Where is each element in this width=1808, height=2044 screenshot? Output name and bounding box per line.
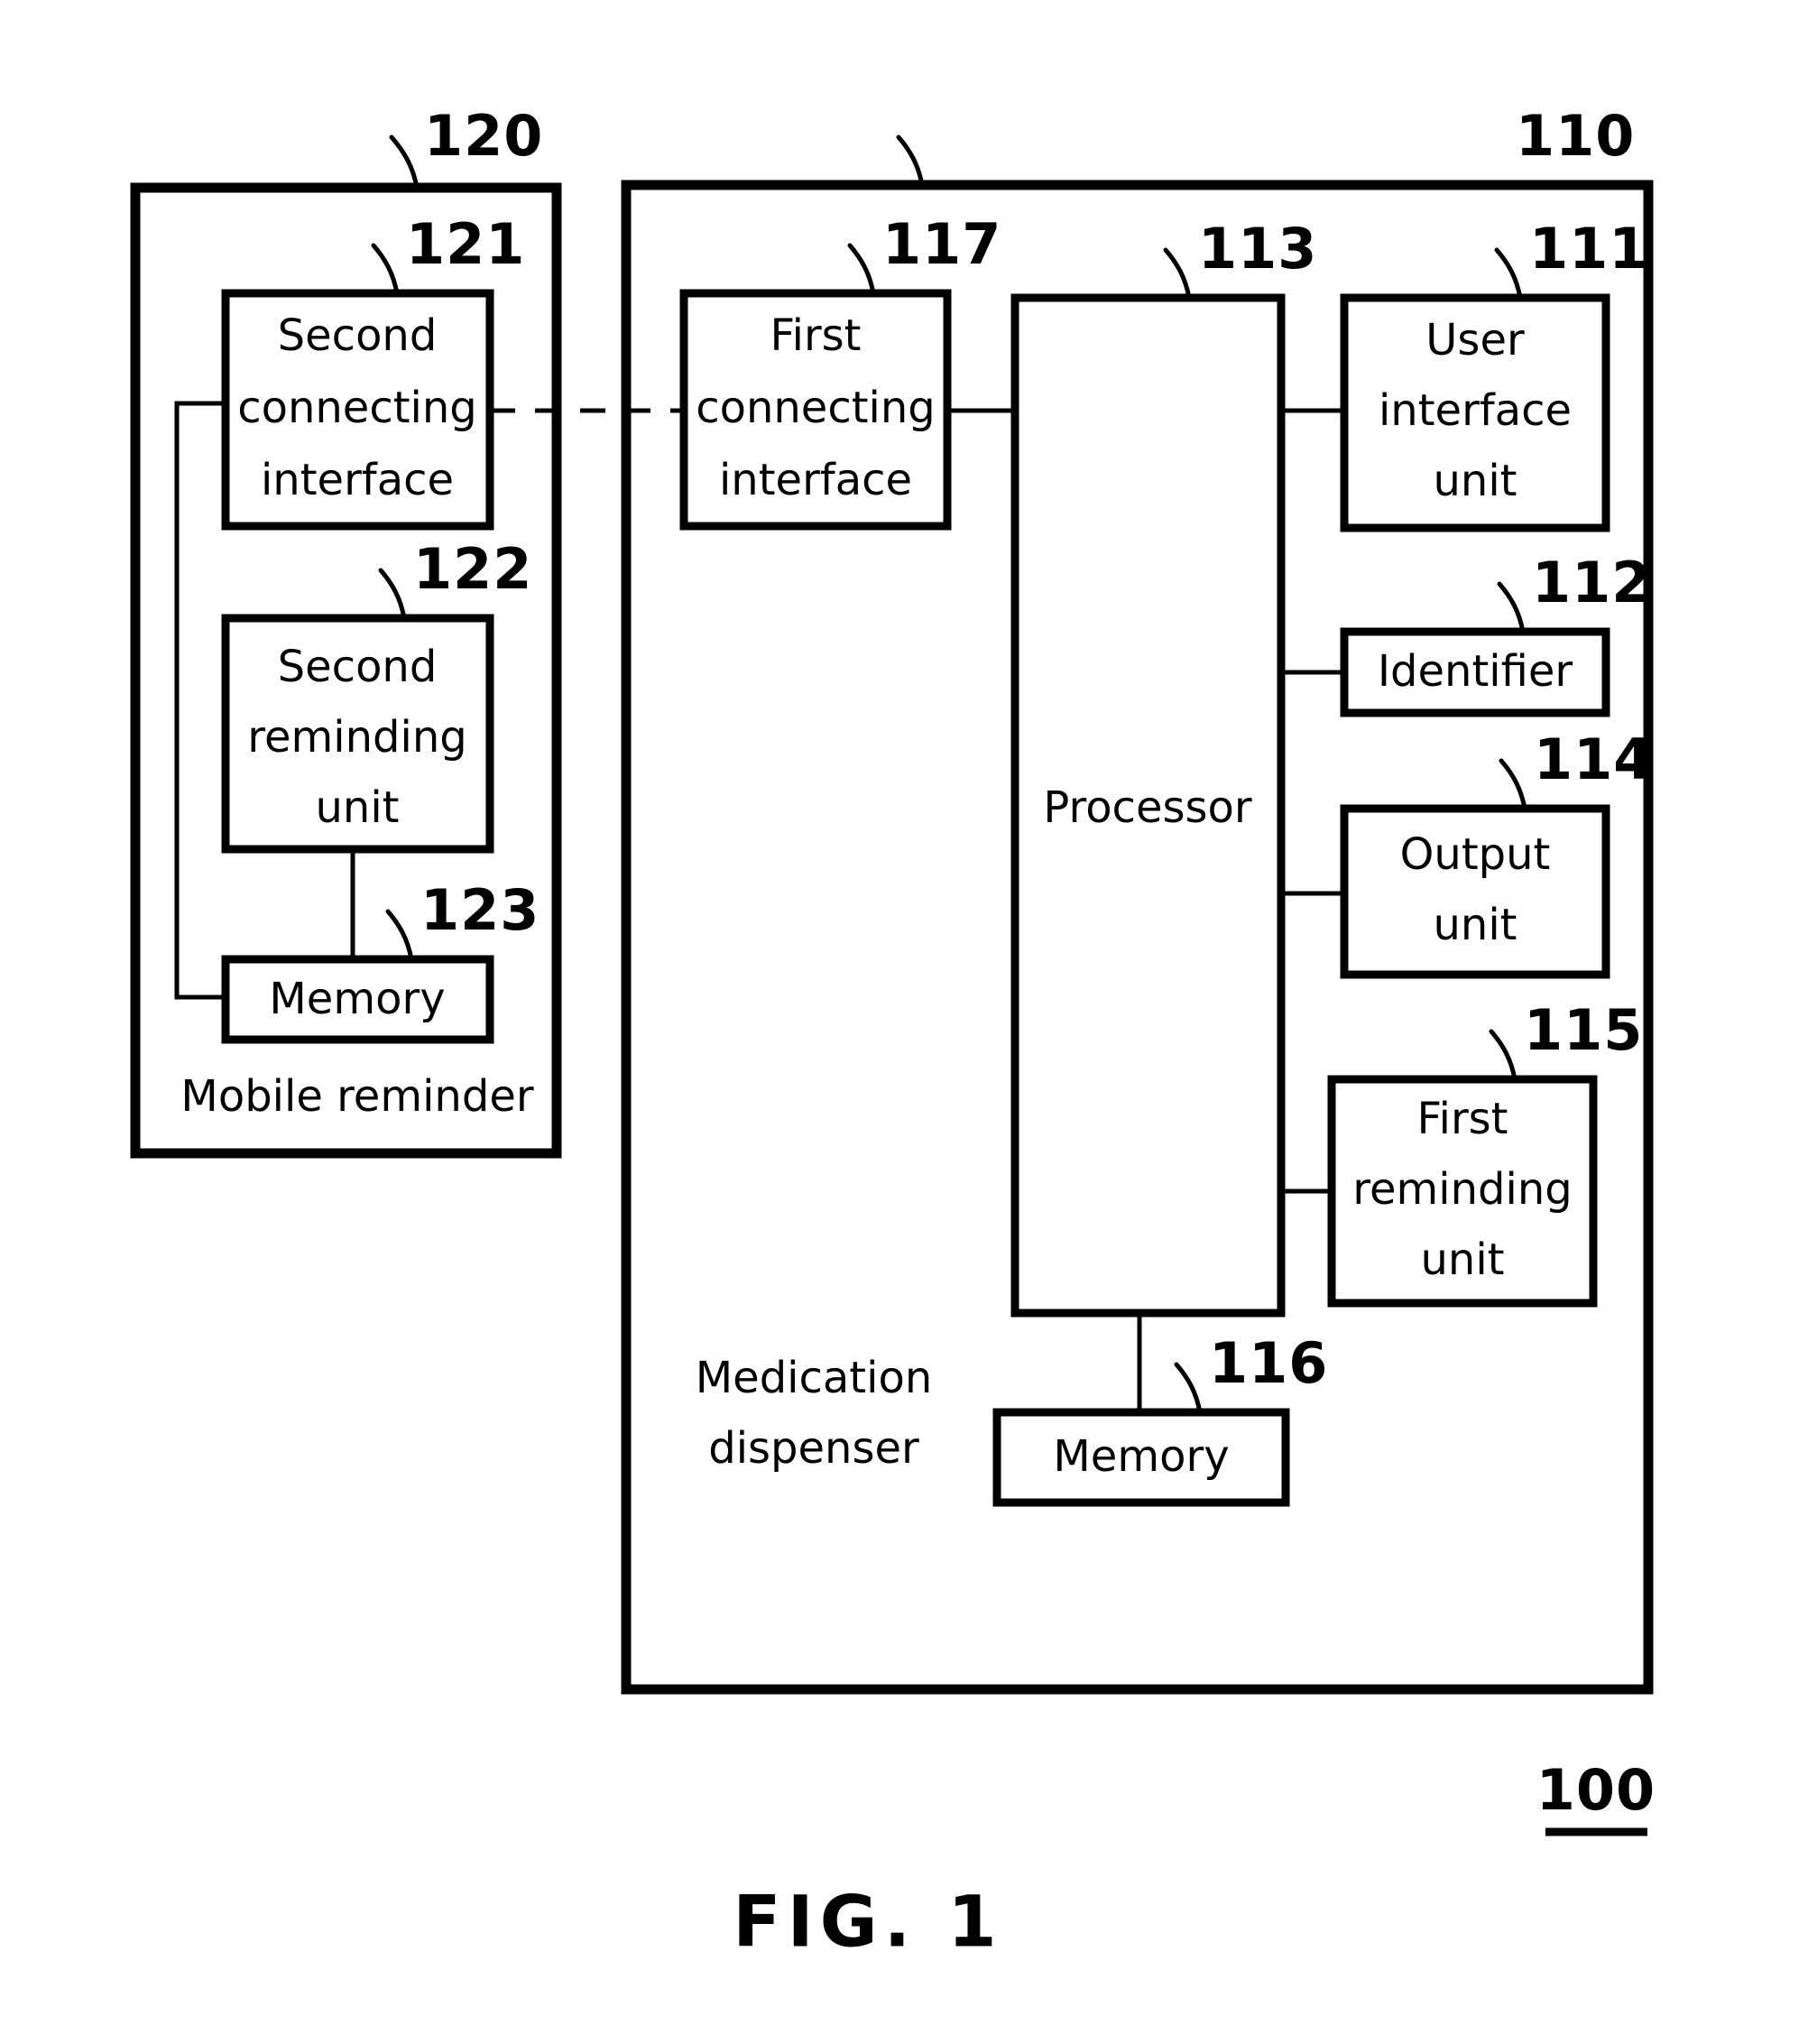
mobile-memory-label: Memory	[269, 974, 445, 1024]
mobile-reminder-device-label: Mobile reminder	[180, 1071, 533, 1122]
second-reminding-unit-label-line1: Second	[278, 642, 438, 692]
ref-num-113: 113	[1198, 216, 1317, 282]
ref-num-120: 120	[424, 103, 543, 169]
leader-121	[371, 243, 400, 296]
leader-117	[847, 243, 876, 296]
second-reminding-unit-label-line3: unit	[316, 782, 400, 833]
first-connecting-interface-label-line3: interface	[719, 455, 912, 505]
connector-second-interface-to-memory	[174, 401, 226, 1000]
ref-num-114: 114	[1534, 726, 1653, 792]
medication-dispenser-device-label-line1: Medication	[696, 1353, 933, 1403]
second-connecting-interface-label-line3: interface	[261, 455, 454, 505]
second-connecting-interface-label-line1: Second	[278, 310, 438, 361]
ref-num-111: 111	[1529, 216, 1648, 282]
output-unit-label-line1: Output	[1400, 829, 1551, 880]
user-interface-unit-label-line1: User	[1425, 315, 1525, 365]
ref-num-112: 112	[1532, 550, 1651, 615]
second-connecting-interface-label-line2: connecting	[237, 383, 477, 433]
leader-122	[378, 568, 407, 621]
leader-116	[1174, 1362, 1203, 1415]
medication-dispenser-device-label-line2: dispenser	[708, 1423, 919, 1474]
ref-num-117: 117	[882, 211, 1001, 277]
block-diagram-svg: Second connecting interface Second remin…	[130, 103, 1656, 1963]
processor-label: Processor	[1043, 782, 1251, 833]
ref-num-121: 121	[406, 211, 525, 277]
first-reminding-unit-label-line1: First	[1416, 1094, 1508, 1144]
first-reminding-unit-label-line3: unit	[1421, 1235, 1505, 1285]
leader-123	[385, 909, 414, 962]
ref-num-115: 115	[1524, 997, 1643, 1063]
ref-num-122: 122	[413, 536, 532, 602]
leader-112	[1497, 581, 1526, 634]
patent-figure: Second connecting interface Second remin…	[0, 0, 1808, 2044]
leader-115	[1489, 1029, 1517, 1082]
second-reminding-unit-label-line2: reminding	[247, 712, 466, 763]
ref-num-123: 123	[420, 877, 540, 943]
dispenser-memory-label: Memory	[1053, 1431, 1229, 1482]
figure-caption: FIG. 1	[733, 1882, 1002, 1963]
leader-120	[389, 134, 420, 190]
first-reminding-unit-label-line2: reminding	[1352, 1164, 1572, 1215]
first-connecting-interface-label-line2: connecting	[696, 383, 936, 433]
user-interface-unit-label-line2: interface	[1379, 385, 1572, 436]
output-unit-label-line2: unit	[1434, 900, 1517, 950]
identifier-label: Identifier	[1378, 646, 1573, 697]
leader-113	[1163, 247, 1192, 301]
leader-114	[1499, 758, 1527, 811]
first-connecting-interface-label-line1: First	[770, 310, 861, 361]
system-reference-number: 100	[1536, 1757, 1656, 1823]
ref-num-110: 110	[1516, 103, 1635, 169]
leader-110	[896, 134, 925, 188]
leader-111	[1494, 247, 1523, 301]
ref-num-116: 116	[1209, 1330, 1328, 1396]
user-interface-unit-label-line3: unit	[1434, 456, 1517, 506]
